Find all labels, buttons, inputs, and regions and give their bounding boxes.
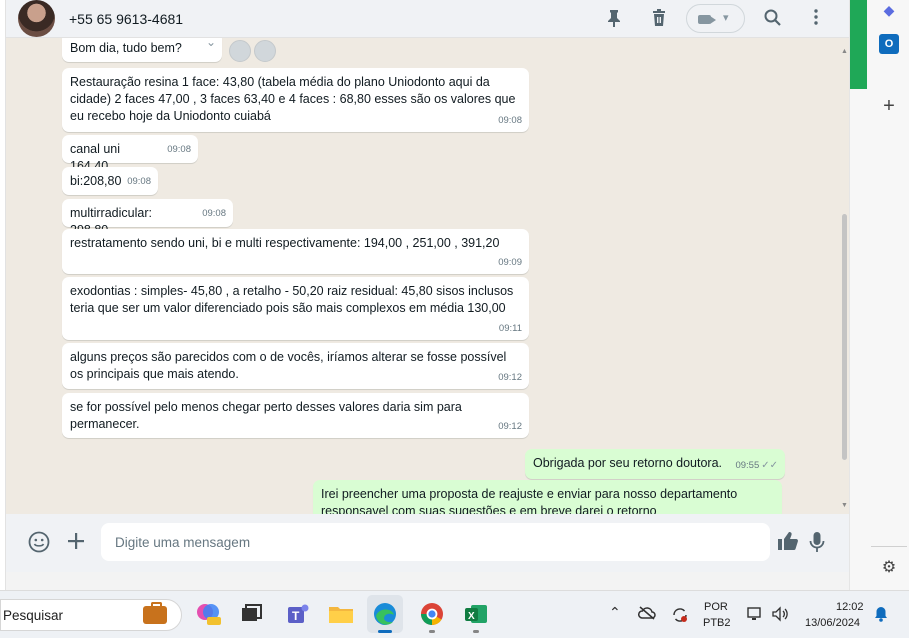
running-indicator <box>473 630 479 633</box>
notification-bell-icon[interactable] <box>873 606 889 622</box>
chevron-down-icon: ▾ <box>723 12 729 24</box>
message-composer <box>6 514 849 572</box>
message-time: 09:08 <box>202 208 226 219</box>
emoji-react-icon[interactable] <box>254 40 276 62</box>
message-text: exodontias : simples- 45,80 , a retalho … <box>70 284 514 315</box>
message-bubble-incoming[interactable]: exodontias : simples- 45,80 , a retalho … <box>62 277 529 340</box>
clock-date[interactable]: 13/06/2024 <box>805 617 860 629</box>
message-bubble-incoming[interactable]: Restauração resina 1 face: 43,80 (tabela… <box>62 68 529 132</box>
message-text: alguns preços são parecidos com o de voc… <box>70 350 507 381</box>
message-time: 09:12 <box>498 372 522 383</box>
message-bubble-incoming[interactable]: canal uni 164,40 09:08 <box>62 135 198 173</box>
teams-icon[interactable]: T <box>282 599 312 629</box>
message-time: 09:08 <box>167 144 191 155</box>
chevron-up-icon[interactable]: ⌃ <box>609 604 621 621</box>
message-time: 09:08 <box>498 115 522 126</box>
message-bubble-outgoing[interactable]: Irei preencher uma proposta de reajuste … <box>313 480 782 514</box>
edge-sidebar: ◆ O + ⚙ <box>849 0 909 590</box>
scroll-thumb[interactable] <box>842 214 847 460</box>
svg-text:X: X <box>468 611 475 622</box>
message-text: Restauração resina 1 face: 43,80 (tabela… <box>70 75 516 123</box>
chat-window: +55 65 9613-4681 ▾ Bom dia, tudo bem? ⌄ … <box>6 0 849 572</box>
message-bubble-incoming[interactable]: alguns preços são parecidos com o de voc… <box>62 343 529 389</box>
thumbs-up-icon[interactable] <box>776 531 800 555</box>
message-text: Obrigada por seu retorno doutora. <box>533 456 723 470</box>
whatsapp-accent-bar <box>850 0 867 89</box>
divider <box>871 546 907 547</box>
message-time: 09:09 <box>498 257 522 268</box>
edge-icon[interactable] <box>370 599 400 633</box>
message-bubble-outgoing[interactable]: Obrigada por seu retorno doutora. 09:55 ✓… <box>525 449 785 479</box>
outlook-icon[interactable]: O <box>879 34 899 54</box>
menu-icon[interactable] <box>806 9 826 29</box>
task-view-icon[interactable] <box>236 599 266 629</box>
read-receipt-icon: ✓✓ <box>761 460 778 471</box>
running-indicator <box>429 630 435 633</box>
message-list[interactable]: Bom dia, tudo bem? ⌄ Restauração resina … <box>6 38 849 514</box>
input-language[interactable]: POR <box>704 601 728 613</box>
svg-text:T: T <box>292 609 300 623</box>
file-explorer-icon[interactable] <box>326 599 356 629</box>
taskbar-search-label: Pesquisar <box>3 608 64 623</box>
copilot-app-icon[interactable] <box>193 599 223 629</box>
forward-icon[interactable] <box>229 40 251 62</box>
chevron-down-icon[interactable]: ⌄ <box>206 38 216 51</box>
add-icon[interactable]: + <box>879 96 899 116</box>
message-time: 09:12 <box>498 421 522 432</box>
emoji-icon[interactable] <box>27 531 51 555</box>
search-icon[interactable] <box>762 9 782 29</box>
message-time: 09:11 <box>498 323 522 334</box>
trash-icon[interactable] <box>649 9 669 29</box>
message-bubble-incoming[interactable]: se for possível pelo menos chegar perto … <box>62 393 529 438</box>
onedrive-icon[interactable] <box>638 606 656 623</box>
keyboard-layout[interactable]: PTB2 <box>703 617 731 629</box>
contact-name[interactable]: +55 65 9613-4681 <box>69 11 183 27</box>
message-scrollbar[interactable]: ▲ ▼ <box>840 38 849 514</box>
active-indicator <box>378 630 392 633</box>
message-input[interactable] <box>101 523 770 561</box>
scroll-down-arrow-icon[interactable]: ▼ <box>841 502 848 509</box>
network-icon[interactable] <box>747 606 763 625</box>
video-call-icon <box>698 15 716 24</box>
gear-icon[interactable]: ⚙ <box>879 558 899 578</box>
message-bubble-incoming[interactable]: multirradicular: 298,80 09:08 <box>62 199 233 237</box>
briefcase-icon <box>143 602 167 624</box>
excel-icon[interactable]: X <box>461 599 491 633</box>
attach-plus-icon[interactable] <box>64 531 88 555</box>
contact-avatar[interactable] <box>18 0 55 37</box>
chrome-icon[interactable] <box>417 599 447 633</box>
taskbar-search[interactable]: Pesquisar <box>0 599 182 631</box>
message-bubble-incoming[interactable]: restratamento sendo uni, bi e multi resp… <box>62 229 529 274</box>
chat-header: +55 65 9613-4681 ▾ <box>6 0 849 38</box>
windows-taskbar: Pesquisar T X ⌃ POR PTB2 12:02 13/06/202… <box>0 590 909 638</box>
message-bubble-incoming[interactable]: Bom dia, tudo bem? ⌄ <box>62 38 222 62</box>
message-bubble-incoming[interactable]: bi:208,80 09:08 <box>62 167 158 195</box>
message-text: bi:208,80 <box>70 174 122 188</box>
video-call-button[interactable]: ▾ <box>686 4 745 33</box>
scroll-up-arrow-icon[interactable]: ▲ <box>841 48 848 55</box>
message-text: se for possível pelo menos chegar perto … <box>70 400 462 431</box>
pin-icon[interactable] <box>604 9 624 29</box>
clock-time[interactable]: 12:02 <box>836 601 864 613</box>
message-text: Bom dia, tudo bem? <box>70 41 182 55</box>
volume-icon[interactable] <box>771 606 789 625</box>
sync-icon[interactable] <box>671 606 689 627</box>
message-text: Irei preencher uma proposta de reajuste … <box>321 487 738 514</box>
message-time: 09:08 <box>127 176 151 187</box>
message-text: restratamento sendo uni, bi e multi resp… <box>70 236 500 250</box>
copilot-icon[interactable]: ◆ <box>879 0 899 20</box>
message-time: 09:55 ✓✓ <box>735 460 778 471</box>
microphone-icon[interactable] <box>805 531 829 555</box>
